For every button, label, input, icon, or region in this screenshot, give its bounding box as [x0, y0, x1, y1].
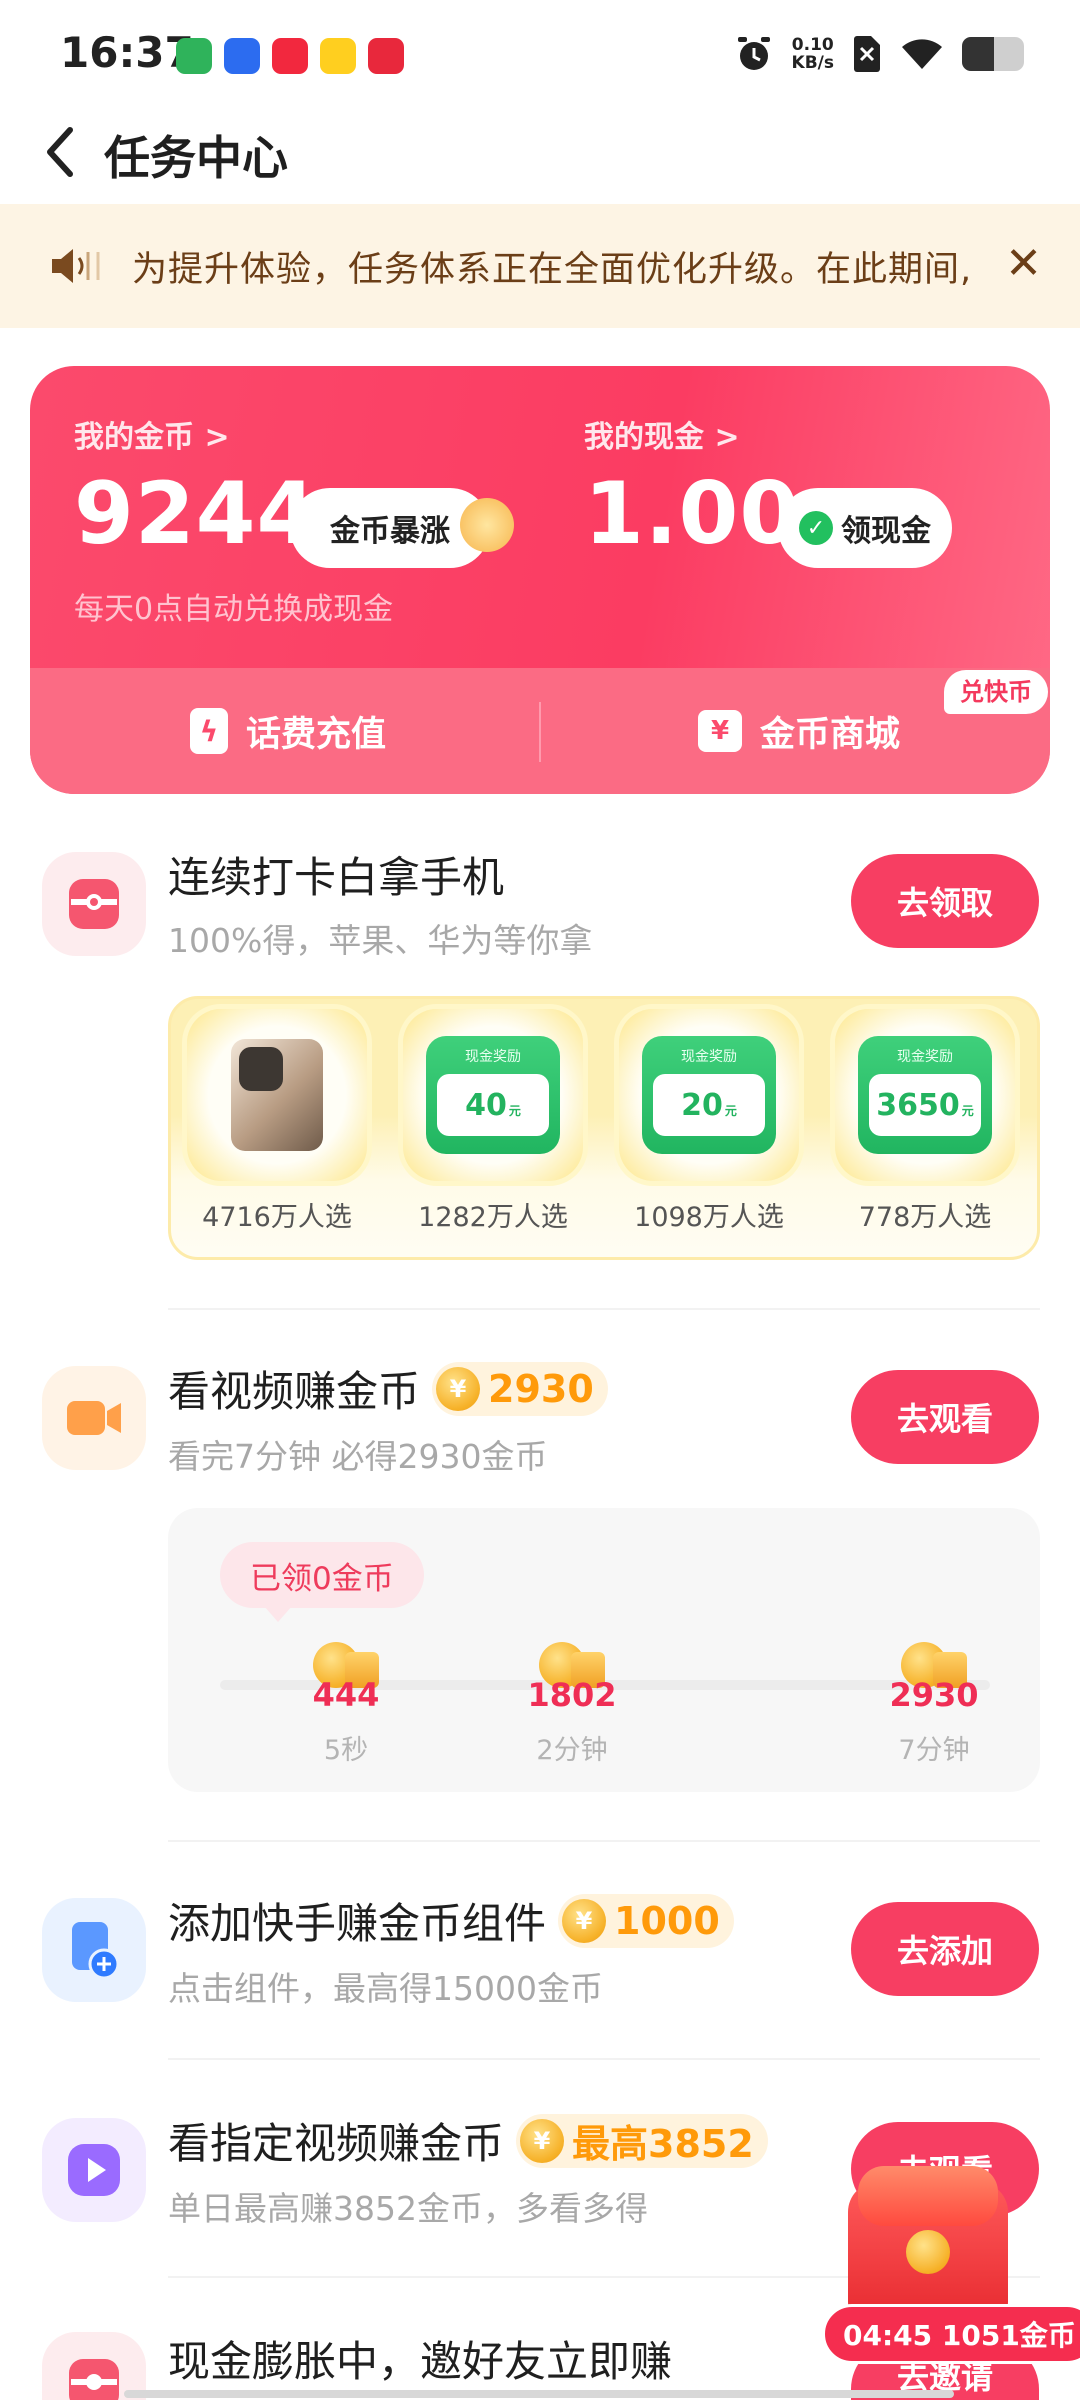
coin-icon — [906, 2230, 950, 2274]
task-subtitle: 单日最高赚3852金币，多看多得 — [168, 2189, 648, 2228]
no-sim-icon — [854, 36, 880, 72]
cash-reward-label: 现金奖励 — [681, 1049, 737, 1065]
withdraw-cash-button[interactable]: ✓ 领现金 — [778, 488, 952, 568]
app-notification-icon — [224, 38, 260, 74]
task-title: 添加快手赚金币组件 — [168, 1899, 547, 1948]
widget-add-icon — [42, 1898, 146, 2002]
phone-recharge-button[interactable]: ϟ 话费充值 — [190, 668, 386, 794]
coin-icon: ¥ — [562, 1898, 607, 1943]
alarm-icon — [737, 37, 770, 70]
phone-recharge-label: 话费充值 — [246, 714, 387, 755]
prize-cash-40[interactable]: 现金奖励 40 元 — [403, 1009, 583, 1181]
coins-value: 9244 — [74, 464, 318, 564]
coin-surge-label: 金币暴涨 — [330, 514, 450, 549]
coin-reward-badge: ¥ 最高3852 — [516, 2113, 768, 2168]
divider — [168, 1308, 1040, 1310]
close-icon[interactable]: ✕ — [1005, 242, 1042, 286]
milestone-time: 5秒 — [323, 1735, 369, 1766]
prize-cash-3650[interactable]: 现金奖励 3650 元 — [835, 1009, 1015, 1181]
status-time: 16:37 — [60, 28, 194, 77]
divider — [539, 702, 541, 762]
milestone-coins: 444 — [312, 1676, 380, 1714]
task-title: 现金膨胀中，邀好友立即赚 — [168, 2337, 673, 2386]
prize-cash-20[interactable]: 现金奖励 20 元 — [619, 1009, 799, 1181]
cash-amount: 40 元 — [437, 1074, 549, 1136]
check-icon: ✓ — [799, 511, 833, 545]
exchange-note: 每天0点自动兑换成现金 — [74, 592, 394, 627]
milestone: 444 5秒 — [286, 1642, 406, 1767]
divider — [168, 2058, 1040, 2060]
prize-count: 1098万人选 — [634, 1202, 784, 1233]
lightning-icon: ϟ — [190, 708, 228, 754]
coin-reward-badge: ¥2930 — [432, 1361, 608, 1416]
phone-image — [231, 1039, 323, 1151]
cash-amount: 3650 元 — [869, 1074, 981, 1136]
net-speed: 0.10 KB/s — [791, 35, 834, 73]
coin-icon: ¥ — [520, 2118, 565, 2163]
task-title-row: 看视频赚金币 ¥2930 — [168, 1358, 608, 1419]
cash-value: 1.00 — [584, 464, 801, 564]
coin-icon: ¥ — [436, 1366, 481, 1411]
home-indicator — [124, 2390, 954, 2398]
app-notification-icon — [272, 38, 308, 74]
prize-count: 4716万人选 — [202, 1202, 352, 1233]
cash-reward-label: 现金奖励 — [897, 1049, 953, 1065]
task-subtitle: 看完7分钟 必得2930金币 — [168, 1437, 548, 1476]
task-title: 连续打卡白拿手机 — [168, 853, 505, 902]
video-progress: 已领0金币 444 5秒 1802 2分钟 2930 7分钟 — [168, 1508, 1040, 1792]
task-title-row: 看指定视频赚金币 ¥ 最高3852 — [168, 2110, 768, 2171]
coin-reward-badge: ¥1000 — [558, 1893, 734, 1948]
cash-reward-card: 现金奖励 20 元 — [642, 1036, 776, 1154]
add-widget-button[interactable]: 去添加 — [851, 1902, 1039, 1996]
status-indicators: 0.10 KB/s — [734, 34, 1024, 74]
cash-amount: 20 元 — [653, 1074, 765, 1136]
task-subtitle: 点击组件，最高得15000金币 — [168, 1969, 603, 2008]
prize-options: 现金奖励 40 元 现金奖励 20 元 现金奖励 3650 元 4716万人选 128… — [168, 996, 1040, 1260]
milestone-coins: 2930 — [889, 1676, 979, 1714]
task-title: 看视频赚金币 — [168, 1367, 421, 1416]
coin-surge-button[interactable]: 金币暴涨 — [290, 488, 514, 568]
task-subtitle: 100%得，苹果、华为等你拿 — [168, 921, 593, 960]
watch-button[interactable]: 去观看 — [851, 1370, 1039, 1464]
video-camera-icon — [42, 1366, 146, 1470]
notice-text: 为提升体验，任务体系正在全面优化升级。在此期间, — [132, 249, 973, 290]
app-notification-icon — [176, 38, 212, 74]
milestone: 2930 7分钟 — [874, 1642, 994, 1767]
arrow-cloud-icon — [460, 498, 514, 552]
exchange-kuaibi-badge: 兑快币 — [944, 670, 1048, 714]
cash-reward-card: 现金奖励 40 元 — [426, 1036, 560, 1154]
check-in-task-icon — [42, 852, 146, 956]
milestone-time: 2分钟 — [536, 1735, 608, 1766]
notice-banner[interactable]: 为提升体验，任务体系正在全面优化升级。在此期间, — [0, 204, 1080, 328]
cash-reward-label: 现金奖励 — [465, 1049, 521, 1065]
claim-button[interactable]: 去领取 — [851, 854, 1039, 948]
coin-mall-label: 金币商城 — [760, 714, 901, 755]
prize-phone[interactable] — [187, 1009, 367, 1181]
my-coins-link[interactable]: 我的金币 > — [74, 412, 230, 456]
claimed-coins-bubble: 已领0金币 — [220, 1542, 424, 1622]
cash-reward-card: 现金奖励 3650 元 — [858, 1036, 992, 1154]
page-title: 任务中心 — [104, 131, 288, 185]
wifi-icon — [902, 39, 942, 69]
milestone: 1802 2分钟 — [512, 1642, 632, 1767]
app-notification-icon — [368, 38, 404, 74]
my-cash-link[interactable]: 我的现金 > — [584, 412, 740, 456]
reward-timer[interactable]: 04:45 1051金币 — [822, 2304, 1080, 2364]
speaker-icon — [52, 249, 100, 283]
prize-count: 778万人选 — [858, 1202, 992, 1233]
app-notification-icon — [320, 38, 356, 74]
withdraw-cash-label: 领现金 — [841, 514, 931, 549]
divider — [168, 1840, 1040, 1842]
play-icon — [42, 2118, 146, 2222]
milestone-coins: 1802 — [527, 1676, 617, 1714]
prize-count: 1282万人选 — [418, 1202, 568, 1233]
coin-mall-button[interactable]: ¥ 金币商城 — [698, 668, 900, 794]
task-title-row: 添加快手赚金币组件 ¥1000 — [168, 1890, 734, 1951]
milestone-time: 7分钟 — [898, 1735, 970, 1766]
back-arrow-icon[interactable] — [36, 122, 86, 182]
shop-bag-icon: ¥ — [698, 710, 742, 752]
task-title: 看指定视频赚金币 — [168, 2119, 505, 2168]
battery-icon — [962, 37, 1024, 71]
